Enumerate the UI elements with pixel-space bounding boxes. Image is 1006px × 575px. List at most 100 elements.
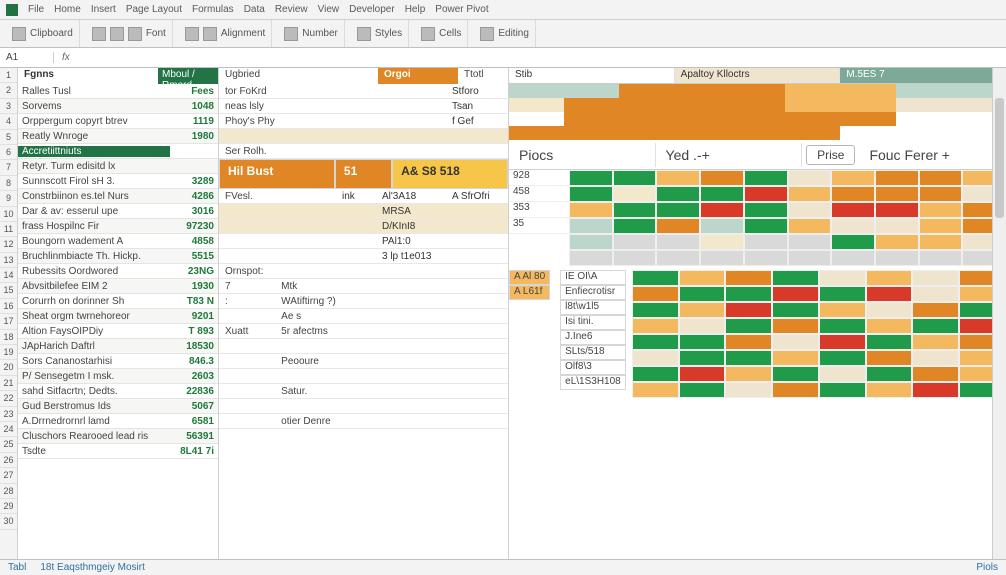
mini-heat-cell[interactable]	[866, 350, 913, 366]
row-num[interactable]: 12	[0, 237, 17, 252]
heatmap-cell[interactable]	[919, 250, 963, 266]
left-table-row[interactable]: P/ Sensegetm I msk.2603	[18, 369, 218, 384]
mid-lower-row[interactable]: otier Denre	[219, 414, 508, 429]
autosum-icon[interactable]	[480, 27, 494, 41]
tab-file[interactable]: File	[28, 4, 44, 15]
mini-heat-cell[interactable]	[912, 270, 959, 286]
mid-lower-row[interactable]: Ae s	[219, 309, 508, 324]
name-box[interactable]: A1	[0, 52, 54, 63]
heatmap-cell[interactable]	[744, 234, 788, 250]
mini-heat-cell[interactable]	[632, 382, 679, 398]
vertical-scrollbar[interactable]	[992, 68, 1006, 559]
mid-sec-cell-2[interactable]: 51	[335, 159, 392, 189]
fx-icon[interactable]: fx	[54, 52, 78, 63]
heatmap-cell[interactable]	[569, 170, 613, 186]
right-hdr-3[interactable]: M.5ES 7	[840, 68, 1006, 83]
heatmap-cell[interactable]	[700, 250, 744, 266]
heatmap-cell[interactable]	[569, 250, 613, 266]
row-num[interactable]: 5	[0, 130, 17, 145]
heatmap-cell[interactable]	[613, 202, 657, 218]
big-hdr-4[interactable]: Fouc Ferer +	[859, 143, 1006, 167]
row-num[interactable]: 23	[0, 407, 17, 422]
mini-heat-cell[interactable]	[632, 350, 679, 366]
mini-heat-cell[interactable]	[912, 286, 959, 302]
mid-table-row[interactable]: Phoy's Phyf Gef	[219, 114, 508, 129]
heatmap-cell[interactable]	[831, 234, 875, 250]
insert-cells-icon[interactable]	[421, 27, 435, 41]
heatmap-cell[interactable]	[788, 202, 832, 218]
fill-color-icon[interactable]	[128, 27, 142, 41]
currency-icon[interactable]	[284, 27, 298, 41]
heatmap-cell[interactable]	[919, 234, 963, 250]
row-num[interactable]: 11	[0, 222, 17, 237]
heatmap-cells[interactable]	[569, 170, 1006, 266]
left-table-row[interactable]: Altion FaysOIPDiyT 893	[18, 324, 218, 339]
mini-heat-cell[interactable]	[866, 270, 913, 286]
mini-right-cell[interactable]: Olf8\3	[560, 360, 626, 375]
mini-heat-cell[interactable]	[819, 286, 866, 302]
row-num[interactable]: 20	[0, 360, 17, 375]
mini-heat-cell[interactable]	[866, 366, 913, 382]
left-table-row[interactable]: Constrbiinon es.tel Nurs4286	[18, 189, 218, 204]
heatmap-cell[interactable]	[656, 170, 700, 186]
heatmap-cell[interactable]	[569, 218, 613, 234]
left-table-row[interactable]: Accretiittniuts	[18, 144, 218, 159]
heatmap-cell[interactable]	[744, 218, 788, 234]
heatmap-cell[interactable]	[700, 234, 744, 250]
mini-heat-cell[interactable]	[772, 382, 819, 398]
mini-heat-cell[interactable]	[772, 270, 819, 286]
mid-header-2[interactable]: Orgoi	[378, 68, 458, 84]
mini-heat-cell[interactable]	[725, 382, 772, 398]
heatmap-cell[interactable]	[700, 186, 744, 202]
mini-left-cell[interactable]: A Al 80	[509, 270, 550, 285]
mid-sub-row[interactable]: FVesl.inkAl'3A18A SfrOfri	[219, 189, 508, 204]
heatmap-cell[interactable]	[875, 186, 919, 202]
mini-heat-cell[interactable]	[819, 318, 866, 334]
row-num[interactable]: 22	[0, 391, 17, 406]
mini-heat-cell[interactable]	[866, 302, 913, 318]
mini-heat-cell[interactable]	[632, 366, 679, 382]
row-num[interactable]: 16	[0, 299, 17, 314]
mid-sub-row[interactable]: PAl1:0	[219, 234, 508, 249]
heatmap-cell[interactable]	[919, 186, 963, 202]
mini-heat-cell[interactable]	[632, 334, 679, 350]
heatmap-cell[interactable]	[788, 186, 832, 202]
mini-heat-cell[interactable]	[819, 366, 866, 382]
mini-heat-cell[interactable]	[772, 286, 819, 302]
tab-data[interactable]: Data	[244, 4, 265, 15]
mini-heat-cell[interactable]	[632, 270, 679, 286]
mid-sub-row[interactable]: 3 lp t1e013	[219, 249, 508, 264]
heatmap-cell[interactable]	[569, 202, 613, 218]
row-num[interactable]: 7	[0, 160, 17, 175]
mid-lower-row[interactable]: :WAtiftirng ?)	[219, 294, 508, 309]
tab-view[interactable]: View	[318, 4, 340, 15]
mini-heat-cell[interactable]	[819, 270, 866, 286]
row-num[interactable]: 13	[0, 253, 17, 268]
mid-lower-row[interactable]: Peooure	[219, 354, 508, 369]
row-num[interactable]: 3	[0, 99, 17, 114]
row-num[interactable]: 14	[0, 268, 17, 283]
left-table-row[interactable]: Sors Cananostarhisi846.3	[18, 354, 218, 369]
heatmap-cell[interactable]	[788, 218, 832, 234]
heatmap-cell[interactable]	[875, 170, 919, 186]
row-num[interactable]: 28	[0, 484, 17, 499]
tab-powerpivot[interactable]: Power Pivot	[435, 4, 488, 15]
mini-heat-cell[interactable]	[679, 366, 726, 382]
heatmap-cell[interactable]	[788, 170, 832, 186]
mini-heat-cell[interactable]	[679, 350, 726, 366]
heatmap-cell[interactable]	[744, 186, 788, 202]
heatmap-cell[interactable]	[656, 218, 700, 234]
mini-right-cell[interactable]: IE OI\A	[560, 270, 626, 285]
mini-heat-cell[interactable]	[772, 350, 819, 366]
heatmap-cell[interactable]	[700, 218, 744, 234]
left-table-row[interactable]: Sorvems1048	[18, 99, 218, 114]
mini-heat-cell[interactable]	[679, 286, 726, 302]
left-table-row[interactable]: JApHarich Daftrl18530	[18, 339, 218, 354]
mini-heat-cell[interactable]	[679, 382, 726, 398]
left-table-row[interactable]: sahd Sitfacrtn; Dedts.22836	[18, 384, 218, 399]
big-hdr-1[interactable]: Piocs	[509, 143, 656, 167]
mini-heat-cell[interactable]	[772, 318, 819, 334]
big-hdr-2[interactable]: Yed .-+	[656, 143, 803, 167]
heatmap-cell[interactable]	[919, 170, 963, 186]
row-num[interactable]: 9	[0, 191, 17, 206]
